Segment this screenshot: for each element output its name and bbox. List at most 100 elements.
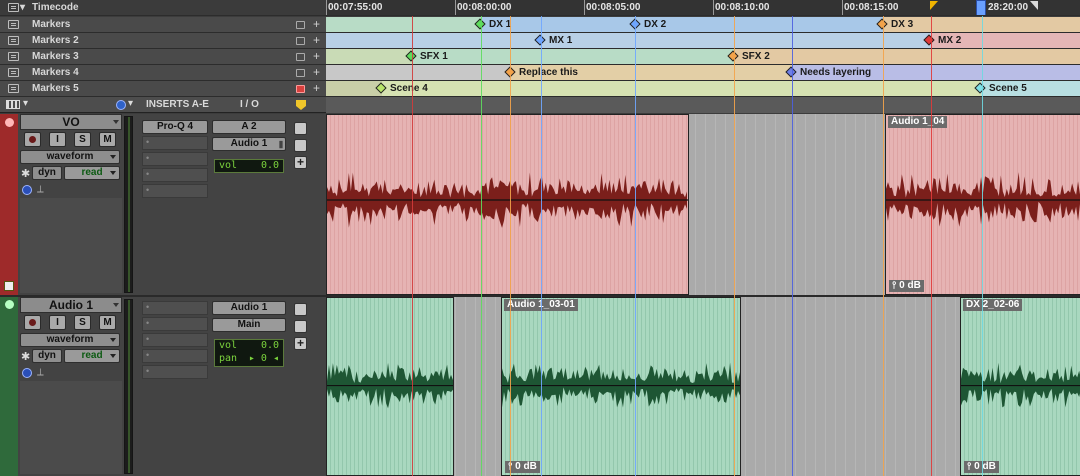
input-selector[interactable]: A 2 xyxy=(212,120,286,134)
ruler-view-icon[interactable] xyxy=(296,21,305,29)
ruler-dropdown-icon[interactable]: ▾ xyxy=(20,2,25,13)
add-insert-icon[interactable]: + xyxy=(294,156,307,169)
ruler-header-markers-4[interactable]: Markers 4 + xyxy=(0,65,326,81)
mute-button[interactable]: M xyxy=(99,315,116,330)
add-insert-icon[interactable]: + xyxy=(294,337,307,350)
insert-slot[interactable]: • xyxy=(142,152,208,166)
add-marker-icon[interactable]: + xyxy=(313,81,320,95)
comments-icon[interactable] xyxy=(294,139,307,152)
resize-icon[interactable] xyxy=(4,281,14,291)
volume-readout[interactable]: vol 0.0 xyxy=(214,159,284,173)
ruler-view-icon[interactable] xyxy=(296,85,305,93)
insert-slot[interactable]: • xyxy=(142,168,208,182)
comments-icon[interactable] xyxy=(296,100,306,110)
audio-clip[interactable]: Audio 1_03-01 ⫯ 0 dB xyxy=(501,297,741,476)
dyn-button[interactable]: dyn xyxy=(32,349,62,363)
volume-pan-readout[interactable]: vol 0.0 pan ▸ 0 ◂ xyxy=(214,339,284,367)
ruler-view-icon[interactable] xyxy=(296,37,305,45)
playhead-icon[interactable] xyxy=(976,0,986,15)
marker-label: DX 3 xyxy=(891,19,914,30)
track-settings-icon[interactable] xyxy=(294,303,307,316)
selection-end-flag-icon[interactable] xyxy=(1030,1,1038,10)
track-close-icon[interactable] xyxy=(5,118,14,127)
track-settings-icon[interactable] xyxy=(294,122,307,135)
voice-icon[interactable] xyxy=(22,368,32,378)
ruler-menu-icon[interactable] xyxy=(8,36,19,45)
mute-button[interactable]: M xyxy=(99,132,116,147)
automation-mode-select[interactable]: read xyxy=(64,166,120,180)
track-view-dropdown-icon[interactable]: ▾ xyxy=(23,98,28,109)
marker-lane[interactable]: MX 1 MX 2 xyxy=(326,33,1080,49)
track-view-select[interactable]: waveform xyxy=(20,150,120,164)
ruler-view-icon[interactable] xyxy=(296,69,305,77)
audio-clip[interactable]: DX 2_02-06 ⫯ 0 dB xyxy=(960,297,1080,476)
marker-lane[interactable]: Scene 4 Scene 5 xyxy=(326,81,1080,97)
insert-slot[interactable]: • xyxy=(142,301,208,315)
track-view-icon[interactable] xyxy=(6,100,20,109)
insert-slot-label: • xyxy=(146,137,150,147)
insert-slot[interactable]: Pro-Q 4 xyxy=(142,120,208,134)
ruler-header-timecode[interactable]: ▾ Timecode xyxy=(0,0,326,16)
ruler-header-markers-3[interactable]: Markers 3 + xyxy=(0,49,326,65)
ruler-menu-icon[interactable] xyxy=(8,52,19,61)
insert-slot[interactable]: • xyxy=(142,136,208,150)
insert-slot[interactable]: • xyxy=(142,184,208,198)
add-marker-icon[interactable]: + xyxy=(313,33,320,47)
track-name[interactable]: VO xyxy=(20,114,122,130)
input-monitor-button[interactable]: I xyxy=(49,315,66,330)
pan-value: ▸ 0 ◂ xyxy=(248,353,279,364)
audio-clip[interactable] xyxy=(326,297,454,476)
clip-gain[interactable]: ⫯ 0 dB xyxy=(889,280,924,292)
insert-slot[interactable]: • xyxy=(142,349,208,363)
marker-line xyxy=(982,16,983,476)
selection-start-flag-icon[interactable] xyxy=(930,1,938,10)
automation-mode-select[interactable]: read xyxy=(64,349,120,363)
marker-ruler-2: Markers 2 + MX 1 MX 2 xyxy=(0,33,1080,49)
marker-diamond-icon xyxy=(727,50,739,62)
insert-slot[interactable]: • xyxy=(142,333,208,347)
ruler-menu-icon[interactable] xyxy=(8,84,19,93)
ruler-view-icon[interactable] xyxy=(296,53,305,61)
automation-mode-label: read xyxy=(81,350,103,361)
track-color-strip[interactable] xyxy=(0,114,18,295)
timecode-lane[interactable]: 00:07:55:00 00:08:00:00 00:08:05:00 00:0… xyxy=(326,0,1080,16)
ruler-menu-icon[interactable] xyxy=(8,68,19,77)
clock-icon[interactable] xyxy=(116,100,126,110)
track-lane[interactable]: Audio 1_03-01 ⫯ 0 dB DX 2_02-06 ⫯ 0 dB xyxy=(326,297,1080,476)
solo-button[interactable]: S xyxy=(74,132,91,147)
asterisk-icon[interactable]: ✱ xyxy=(21,350,30,363)
record-arm-button[interactable] xyxy=(24,132,41,147)
marker-lane[interactable]: DX 1 DX 2 DX 3 xyxy=(326,17,1080,33)
marker-lane[interactable]: Replace this Needs layering xyxy=(326,65,1080,81)
comments-icon[interactable] xyxy=(294,320,307,333)
track-color-strip[interactable] xyxy=(0,297,18,476)
ruler-header-markers[interactable]: Markers + xyxy=(0,17,326,33)
marker-label: Scene 4 xyxy=(390,83,428,94)
add-marker-icon[interactable]: + xyxy=(313,17,320,31)
output-selector[interactable]: Main xyxy=(212,318,286,332)
clock-dropdown-icon[interactable]: ▾ xyxy=(128,98,133,109)
ruler-header-markers-2[interactable]: Markers 2 + xyxy=(0,33,326,49)
asterisk-icon[interactable]: ✱ xyxy=(21,167,30,180)
input-monitor-button[interactable]: I xyxy=(49,132,66,147)
marker-lane[interactable]: SFX 1 SFX 2 xyxy=(326,49,1080,65)
dyn-button[interactable]: dyn xyxy=(32,166,62,180)
add-marker-icon[interactable]: + xyxy=(313,65,320,79)
add-marker-icon[interactable]: + xyxy=(313,49,320,63)
insert-slot[interactable]: • xyxy=(142,365,208,379)
voice-icon[interactable] xyxy=(22,185,32,195)
track-close-icon[interactable] xyxy=(5,300,14,309)
record-arm-button[interactable] xyxy=(24,315,41,330)
input-selector[interactable]: Audio 1 xyxy=(212,301,286,315)
ruler-header-markers-5[interactable]: Markers 5 + xyxy=(0,81,326,97)
track-lane[interactable]: Audio 1_04 ⫯ 0 dB xyxy=(326,114,1080,295)
ruler-menu-icon[interactable] xyxy=(8,20,19,29)
track-vo: VO I S M waveform ✱ dyn read ⟂ Pro-Q 4 •… xyxy=(0,114,1080,295)
insert-slot[interactable]: • xyxy=(142,317,208,331)
insert-slot-label: • xyxy=(146,169,150,179)
solo-button[interactable]: S xyxy=(74,315,91,330)
output-selector[interactable]: Audio 1 ⦀ xyxy=(212,137,286,151)
track-view-select[interactable]: waveform xyxy=(20,333,120,347)
track-name[interactable]: Audio 1 xyxy=(20,297,122,313)
ruler-menu-icon[interactable] xyxy=(8,3,19,12)
